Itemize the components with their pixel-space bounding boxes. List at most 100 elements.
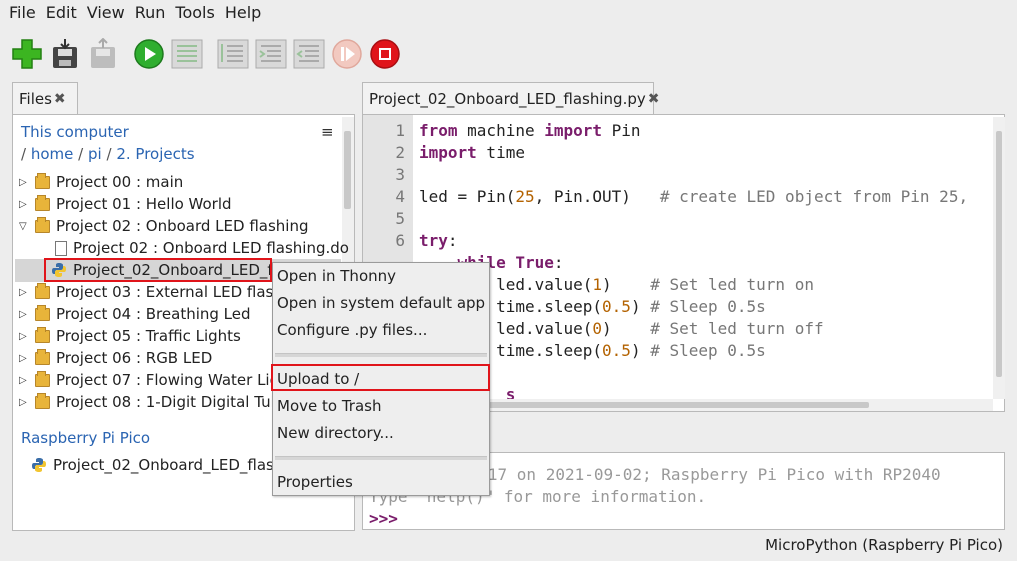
code-text: led.value( [496,275,593,294]
hamburger-menu-icon[interactable]: ≡ [321,123,334,141]
save-copy-button[interactable] [86,37,120,71]
item-label: Project 06 : RGB LED [56,349,213,367]
editor-vertical-scrollbar[interactable] [993,117,1005,399]
menu-item-new-directory[interactable]: New directory... [277,421,394,445]
code-text: time.sleep( [496,297,603,316]
list-item[interactable]: ▷ Project 08 : 1-Digit Digital Tub [19,391,280,413]
code-text: ) [630,341,651,360]
pico-title: Raspberry Pi Pico [21,429,151,447]
code-number: 0.5 [602,297,631,316]
tab-files[interactable]: Files ✖ [12,82,78,114]
list-item[interactable]: ▷ Project 06 : RGB LED [19,347,212,369]
resume-button[interactable] [330,37,364,71]
list-item[interactable]: Project 02 : Onboard LED flashing.do [51,237,349,259]
close-icon[interactable]: ✖ [54,91,66,107]
code-text: led.value( [496,319,593,338]
breadcrumb: / home / pi / 2. Projects [21,145,195,163]
list-item[interactable]: ▷ Project 03 : External LED flash [19,281,283,303]
interpreter-status[interactable]: MicroPython (Raspberry Pi Pico) [765,536,1003,554]
stop-button[interactable] [368,37,402,71]
menu-run[interactable]: Run [130,3,171,22]
menu-item-configure[interactable]: Configure .py files... [277,318,427,342]
editor-horizontal-scrollbar[interactable] [413,399,993,411]
item-label: Project 01 : Hello World [56,195,232,213]
breadcrumb-pi[interactable]: pi [88,145,102,163]
line-number: 1 [395,121,405,140]
debug-button[interactable] [170,37,204,71]
expand-arrow-icon[interactable]: ▷ [19,177,31,188]
breadcrumb-sep: / [21,145,27,163]
expand-arrow-icon[interactable]: ▷ [19,397,31,408]
menu-view[interactable]: View [82,3,130,22]
close-icon[interactable]: ✖ [648,91,660,107]
shell-prompt[interactable]: >>> [369,509,398,528]
this-computer-title: This computer [21,123,129,141]
upload-icon [91,38,115,68]
line-number: 4 [395,187,405,206]
list-item[interactable]: ▷ Project 04 : Breathing Led [19,303,251,325]
code-line: led = Pin(25, Pin.OUT) # create LED obje… [419,187,968,206]
breadcrumb-home[interactable]: home [31,145,74,163]
list-item[interactable]: ▷ Project 00 : main [19,171,183,193]
plus-icon [12,39,42,69]
menu-item-properties[interactable]: Properties [277,470,353,494]
line-number: 3 [395,165,405,184]
collapse-arrow-icon[interactable]: ▽ [19,221,31,232]
pico-list-item[interactable]: Project_02_Onboard_LED_flash [27,454,283,476]
step-over-button[interactable] [216,37,250,71]
expand-arrow-icon[interactable]: ▷ [19,375,31,386]
code-text: machine [457,121,545,140]
new-file-button[interactable] [10,37,44,71]
menu-tools[interactable]: Tools [170,3,219,22]
list-item[interactable]: ▽ Project 02 : Onboard LED flashing [19,215,308,237]
expand-arrow-icon[interactable]: ▷ [19,309,31,320]
code-text: ) [602,275,651,294]
code-comment: # Set led turn off [650,319,824,338]
tab-editor-file[interactable]: Project_02_Onboard_LED_flashing.py ✖ [362,82,659,114]
shell-banner: v1.17 on 2021-09-02; Raspberry Pi Pico w… [459,465,941,484]
scroll-thumb[interactable] [344,131,351,209]
scroll-thumb[interactable] [996,131,1002,377]
item-label: Project 02 : Onboard LED flashing [56,217,309,235]
expand-arrow-icon[interactable]: ▷ [19,199,31,210]
list-item[interactable]: ▷ Project 05 : Traffic Lights [19,325,241,347]
expand-arrow-icon[interactable]: ▷ [19,331,31,342]
expand-arrow-icon[interactable]: ▷ [19,287,31,298]
selected-file-highlight [44,258,272,282]
menu-item-move-to-trash[interactable]: Move to Trash [277,394,381,418]
code-keyword: import [544,121,603,140]
tab-editor-label: Project_02_Onboard_LED_flashing.py [369,89,646,108]
run-icon [134,39,164,69]
step-out-button[interactable] [292,37,326,71]
folder-icon [35,172,50,189]
folder-icon [35,282,50,299]
document-icon [55,240,67,256]
menu-help[interactable]: Help [220,3,266,22]
folder-icon [35,194,50,211]
item-label: Project_02_Onboard_LED_flash [53,456,284,474]
menu-file[interactable]: File [4,3,41,22]
menu-item-open-in-thonny[interactable]: Open in Thonny [277,264,396,288]
item-label: Project 00 : main [56,173,184,191]
code-comment: # create LED object from Pin 25, [659,187,969,206]
item-label: Project 05 : Traffic Lights [56,327,241,345]
folder-icon [35,348,50,365]
item-label: Project 02 : Onboard LED flashing.do [73,239,349,257]
step-into-button[interactable] [254,37,288,71]
list-item[interactable]: ▷ Project 07 : Flowing Water Lig [19,369,279,391]
folder-icon [35,216,50,233]
code-comment: # Sleep 0.5s [650,341,766,360]
list-item[interactable]: ▷ Project 01 : Hello World [19,193,232,215]
breadcrumb-projects[interactable]: 2. Projects [116,145,194,163]
folder-icon [35,326,50,343]
code-number: 1 [592,275,603,294]
code-keyword: from [419,121,458,140]
menu-item-open-default-app[interactable]: Open in system default app [277,291,485,315]
debug-icon [171,39,203,69]
menu-edit[interactable]: Edit [41,3,82,22]
run-button[interactable] [132,37,166,71]
code-number: 0 [592,319,603,338]
save-button[interactable] [48,37,82,71]
expand-arrow-icon[interactable]: ▷ [19,353,31,364]
code-number: 0.5 [602,341,631,360]
